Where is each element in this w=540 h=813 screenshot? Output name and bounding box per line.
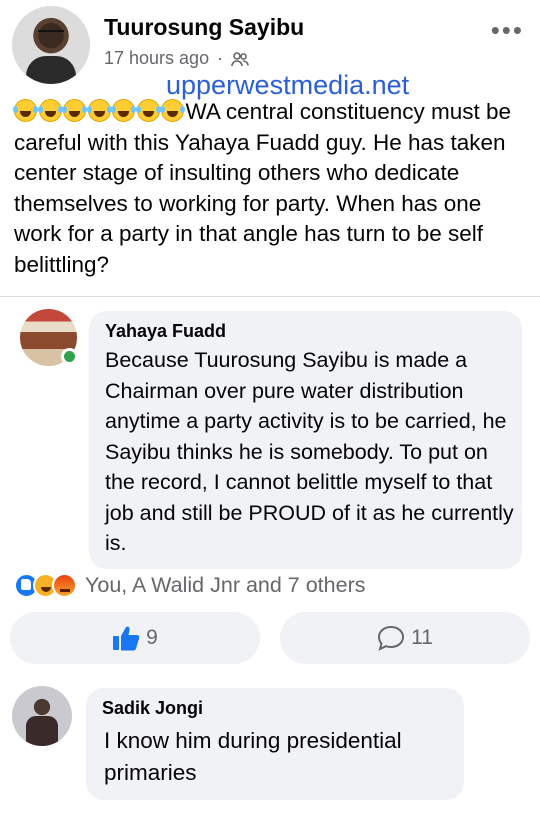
thumbs-up-icon (113, 626, 140, 651)
author-avatar[interactable] (12, 6, 90, 84)
post-meta: 17 hours ago · (104, 48, 249, 69)
online-status-dot (61, 348, 78, 365)
commenter-avatar[interactable] (12, 686, 72, 746)
post-text: WA central constituency must be careful … (14, 99, 512, 277)
friends-icon (231, 51, 249, 66)
avatar-figure (26, 716, 58, 746)
tears-of-joy-emoji (160, 99, 184, 122)
tears-of-joy-emoji (37, 99, 62, 122)
reactions-summary[interactable]: You, A Walid Jnr and 7 others (85, 573, 365, 598)
comment-text: I know him during presidential primaries (104, 728, 402, 785)
comment-button[interactable]: 11 (280, 612, 530, 664)
post-author-name[interactable]: Tuurosung Sayibu (104, 14, 304, 41)
tears-of-joy-emoji (86, 99, 111, 122)
like-button[interactable]: 9 (10, 612, 260, 664)
comment-bubble-icon (378, 625, 405, 651)
post-body: WA central constituency must be careful … (13, 97, 530, 280)
tears-of-joy-emoji (135, 99, 160, 122)
tears-of-joy-emoji (62, 99, 86, 122)
angry-reaction-icon (52, 572, 77, 598)
comment-text: Because Tuurosung Sayibu is made a Chair… (105, 348, 514, 555)
avatar-glasses (38, 30, 64, 36)
meta-separator: · (217, 48, 224, 68)
post-timestamp[interactable]: 17 hours ago (104, 48, 209, 69)
emoji-row (13, 99, 186, 124)
tears-of-joy-emoji (13, 99, 37, 122)
comment-author[interactable]: Yahaya Fuadd (105, 321, 226, 342)
comment-author[interactable]: Sadik Jongi (102, 698, 203, 719)
divider (0, 296, 540, 297)
comment-bubble: Yahaya Fuadd Because Tuurosung Sayibu is… (89, 311, 522, 569)
like-count: 9 (146, 626, 158, 649)
more-options-icon[interactable]: ••• (491, 17, 524, 43)
tears-of-joy-emoji (111, 99, 135, 122)
comment-count: 11 (411, 626, 433, 649)
reactions-bar[interactable]: You, A Walid Jnr and 7 others (14, 570, 365, 600)
comment-bubble: Sadik Jongi I know him during presidenti… (86, 688, 464, 800)
avatar-shirt (26, 56, 76, 84)
